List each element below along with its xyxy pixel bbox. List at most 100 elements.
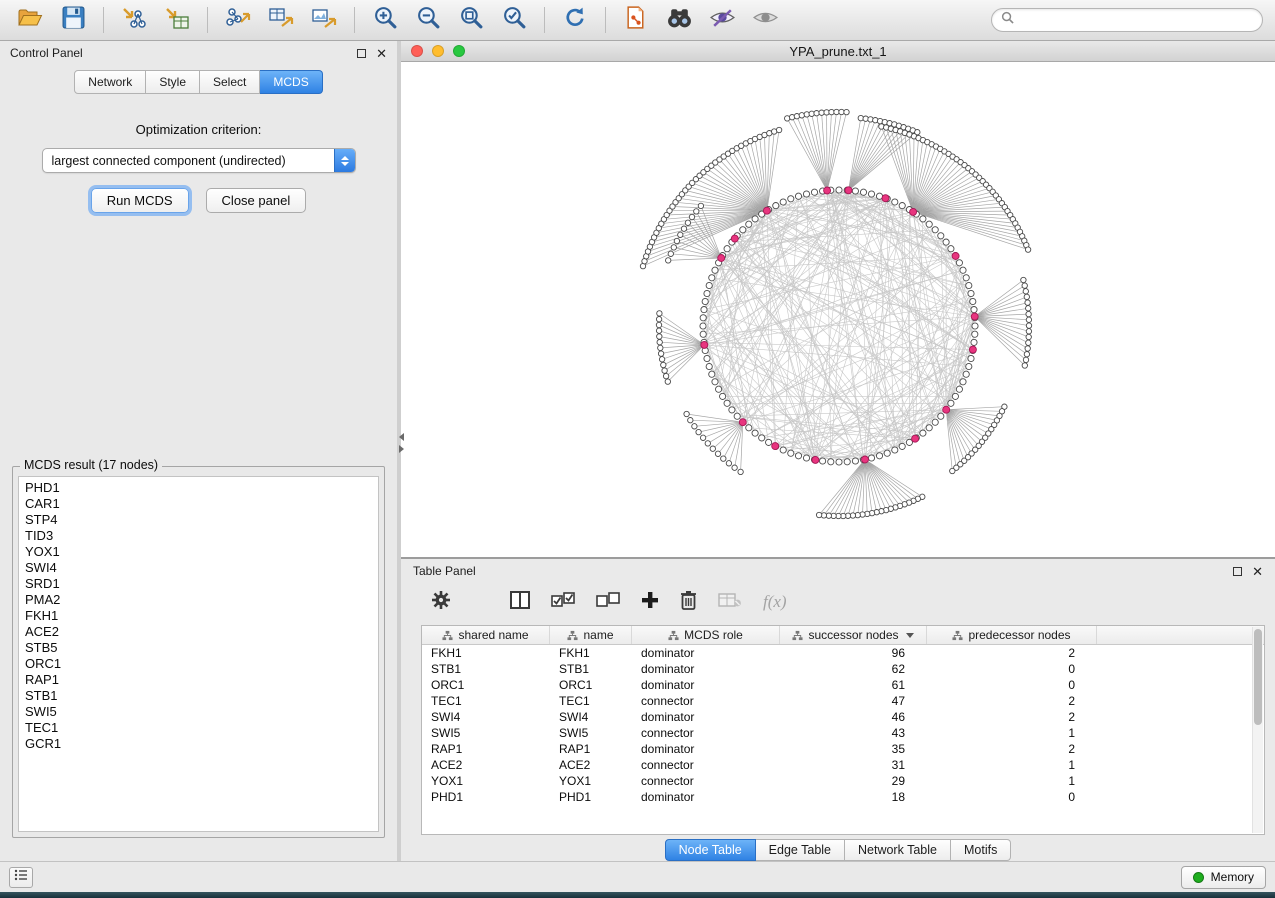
table-cell-mcds-role: dominator <box>632 678 780 692</box>
mcds-result-item[interactable]: SRD1 <box>19 576 378 592</box>
close-panel-button[interactable]: Close panel <box>206 188 307 213</box>
table-row[interactable]: STB1STB1dominator620 <box>422 661 1264 677</box>
mcds-result-item[interactable]: PMA2 <box>19 592 378 608</box>
table-cell-mcds-role: connector <box>632 694 780 708</box>
criterion-dropdown-value: largest connected component (undirected) <box>52 154 286 168</box>
import-network-button[interactable] <box>116 5 152 35</box>
tab-style[interactable]: Style <box>146 70 200 94</box>
table-row[interactable]: YOX1YOX1connector291 <box>422 773 1264 789</box>
save-session-button[interactable] <box>55 5 91 35</box>
show-hide-button[interactable] <box>747 5 783 35</box>
mcds-result-item[interactable]: STP4 <box>19 512 378 528</box>
mcds-result-item[interactable]: SWI5 <box>19 704 378 720</box>
main-toolbar <box>0 0 1275 41</box>
mcds-result-item[interactable]: STB5 <box>19 640 378 656</box>
mcds-result-item[interactable]: YOX1 <box>19 544 378 560</box>
mcds-result-item[interactable]: CAR1 <box>19 496 378 512</box>
table-cell-name: TEC1 <box>550 694 632 708</box>
export-image-button[interactable] <box>306 5 342 35</box>
table-row[interactable]: ACE2ACE2connector311 <box>422 757 1264 773</box>
maximize-window-icon[interactable] <box>453 45 465 57</box>
search-box[interactable] <box>991 8 1263 32</box>
refresh-button[interactable] <box>557 5 593 35</box>
table-cell-mcds-role: dominator <box>632 710 780 724</box>
mcds-result-item[interactable]: STB1 <box>19 688 378 704</box>
mcds-result-item[interactable]: ORC1 <box>19 656 378 672</box>
network-window-titlebar[interactable]: YPA_prune.txt_1 <box>401 41 1275 62</box>
tab-network-table[interactable]: Network Table <box>845 839 951 861</box>
export-table-button[interactable] <box>263 5 299 35</box>
table-row[interactable]: FKH1FKH1dominator962 <box>422 645 1264 661</box>
criterion-dropdown[interactable]: largest connected component (undirected) <box>42 148 356 173</box>
run-mcds-button[interactable]: Run MCDS <box>91 188 189 213</box>
table-cell-successor-nodes: 31 <box>780 758 927 772</box>
sort-chevron-down-icon[interactable] <box>906 633 914 638</box>
mcds-result-item[interactable]: TEC1 <box>19 720 378 736</box>
zoom-fit-button[interactable] <box>453 5 489 35</box>
select-all-columns-button[interactable] <box>551 592 575 613</box>
close-panel-icon[interactable]: ✕ <box>376 47 387 60</box>
tab-mcds[interactable]: MCDS <box>260 70 322 94</box>
column-header-mcds-role[interactable]: MCDS role <box>632 626 780 644</box>
expand-right-icon[interactable] <box>399 445 404 453</box>
mcds-result-item[interactable]: ACE2 <box>19 624 378 640</box>
tab-select[interactable]: Select <box>200 70 260 94</box>
splitter-handle[interactable] <box>397 433 405 459</box>
zoom-out-button[interactable] <box>410 5 446 35</box>
column-header-successor-nodes[interactable]: successor nodes <box>780 626 927 644</box>
close-table-panel-icon[interactable]: ✕ <box>1252 565 1263 578</box>
show-columns-button[interactable] <box>510 591 530 614</box>
table-row[interactable]: SWI5SWI5connector431 <box>422 725 1264 741</box>
table-scrollbar[interactable] <box>1252 627 1263 833</box>
mcds-result-item[interactable]: TID3 <box>19 528 378 544</box>
copy-network-button[interactable] <box>618 5 654 35</box>
columns-icon <box>510 591 530 614</box>
mcds-result-list[interactable]: PHD1CAR1STP4TID3YOX1SWI4SRD1PMA2FKH1ACE2… <box>18 476 379 832</box>
close-window-icon[interactable] <box>411 45 423 57</box>
table-row[interactable]: ORC1ORC1dominator610 <box>422 677 1264 693</box>
table-panel: Table Panel ✕ <box>401 559 1275 861</box>
network-canvas[interactable] <box>401 62 1275 557</box>
float-panel-icon[interactable] <box>357 49 366 58</box>
memory-button[interactable]: Memory <box>1181 866 1266 889</box>
network-graph-svg[interactable] <box>401 62 1275 557</box>
tab-edge-table[interactable]: Edge Table <box>756 839 845 861</box>
table-row[interactable]: SWI4SWI4dominator462 <box>422 709 1264 725</box>
first-neighbors-button[interactable] <box>661 5 697 35</box>
delete-column-button[interactable] <box>680 590 697 615</box>
zoom-in-button[interactable] <box>367 5 403 35</box>
import-table-button[interactable] <box>159 5 195 35</box>
column-header-empty <box>1097 626 1264 644</box>
mcds-result-item[interactable]: SWI4 <box>19 560 378 576</box>
table-row[interactable]: TEC1TEC1connector472 <box>422 693 1264 709</box>
mcds-result-item[interactable]: PHD1 <box>19 480 378 496</box>
disabled-table-icon <box>718 592 742 613</box>
tab-motifs[interactable]: Motifs <box>951 839 1011 861</box>
export-network-button[interactable] <box>220 5 256 35</box>
search-input[interactable] <box>1020 13 1253 27</box>
tab-network[interactable]: Network <box>74 70 146 94</box>
collapse-left-icon[interactable] <box>399 433 404 441</box>
tab-node-table[interactable]: Node Table <box>665 839 756 861</box>
table-scrollbar-thumb[interactable] <box>1254 629 1262 725</box>
mcds-result-item[interactable]: RAP1 <box>19 672 378 688</box>
open-file-button[interactable] <box>12 5 48 35</box>
table-row[interactable]: RAP1RAP1dominator352 <box>422 741 1264 757</box>
column-header-name[interactable]: name <box>550 626 632 644</box>
column-header-predecessor-nodes[interactable]: predecessor nodes <box>927 626 1097 644</box>
column-header-shared-name[interactable]: shared name <box>422 626 550 644</box>
table-settings-button[interactable] <box>431 590 451 615</box>
graphics-details-button[interactable] <box>704 5 740 35</box>
task-history-button[interactable] <box>9 867 33 888</box>
node-table-body[interactable]: FKH1FKH1dominator962STB1STB1dominator620… <box>422 645 1264 834</box>
mcds-result-item[interactable]: GCR1 <box>19 736 378 752</box>
zoom-selected-button[interactable] <box>496 5 532 35</box>
minimize-window-icon[interactable] <box>432 45 444 57</box>
table-cell-predecessor-nodes: 1 <box>927 774 1097 788</box>
unselect-all-columns-button[interactable] <box>596 592 620 613</box>
export-table-icon <box>268 6 294 35</box>
float-table-panel-icon[interactable] <box>1233 567 1242 576</box>
add-column-button[interactable] <box>641 591 659 614</box>
mcds-result-item[interactable]: FKH1 <box>19 608 378 624</box>
table-row[interactable]: PHD1PHD1dominator180 <box>422 789 1264 805</box>
